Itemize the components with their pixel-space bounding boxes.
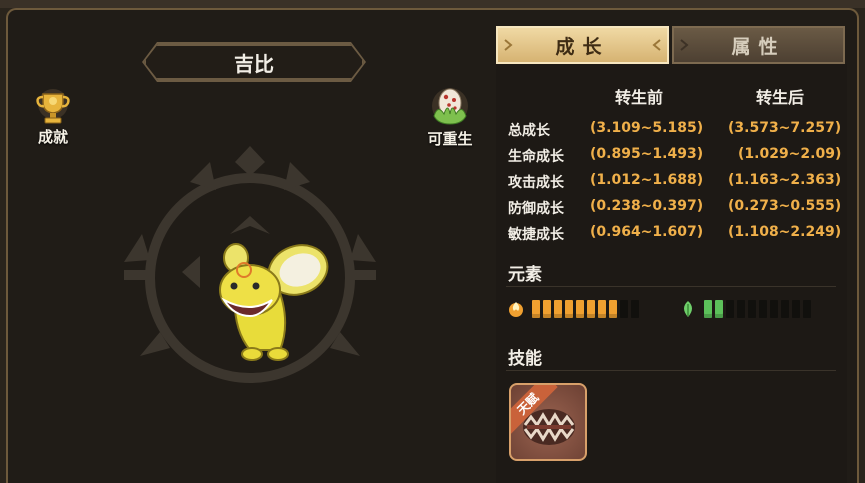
fire-element-bar-segment [565, 300, 573, 318]
fire-element-bar-segment [532, 300, 540, 318]
tab-growth[interactable]: 成长 [496, 26, 669, 64]
row-attack-before: (1.012~1.688) [590, 172, 704, 188]
rebirth-button[interactable]: 可重生 [424, 86, 476, 149]
leaf-element-bar-segment [726, 300, 734, 318]
fire-element-bar-segment [543, 300, 551, 318]
skills-divider [506, 370, 836, 371]
chevron-right-icon [504, 39, 513, 51]
tab-attributes-label: 属性 [731, 35, 786, 58]
column-before-header: 转生前 [615, 88, 664, 107]
fire-element-bar-segment [587, 300, 595, 318]
achievement-button[interactable]: 成就 [30, 88, 76, 147]
leaf-element-bar-segment [704, 300, 712, 318]
row-defense-before: (0.238~0.397) [590, 198, 704, 214]
row-agility-after: (1.108~2.249) [728, 224, 842, 240]
fire-element-bar-segment [576, 300, 584, 318]
leaf-element-icon [684, 301, 692, 317]
row-hp-after: (1.029~2.09) [738, 146, 842, 162]
top-strip [0, 0, 865, 8]
leaf-element-bar-segment [737, 300, 745, 318]
leaf-element-bar-segment [770, 300, 778, 318]
leaf-element-bar-segment [748, 300, 756, 318]
rebirth-label: 可重生 [427, 130, 473, 148]
chevron-left-icon [652, 39, 661, 51]
egg-icon [432, 88, 468, 125]
pet-name: 吉比 [144, 44, 364, 80]
row-agility-label: 敏捷成长 [508, 227, 564, 243]
row-hp-label: 生命成长 [508, 149, 564, 165]
row-total-label: 总成长 [508, 123, 550, 139]
row-total-before: (3.109~5.185) [590, 120, 704, 136]
elements-divider [506, 286, 836, 287]
skill-slot[interactable]: 天赋 [509, 383, 587, 461]
fire-element-bar-segment [609, 300, 617, 318]
row-total-after: (3.573~7.257) [728, 120, 842, 136]
leaf-element-bar-segment [792, 300, 800, 318]
leaf-element-bar-segment [803, 300, 811, 318]
row-hp-before: (0.895~1.493) [590, 146, 704, 162]
fire-element-bar-segment [631, 300, 639, 318]
chevron-right-icon [680, 39, 689, 51]
row-defense-after: (0.273~0.555) [728, 198, 842, 214]
skills-title: 技能 [508, 349, 542, 369]
column-after-header: 转生后 [756, 88, 805, 107]
tab-attributes[interactable]: 属性 [672, 26, 845, 64]
leaf-element-bar-segment [715, 300, 723, 318]
row-defense-label: 防御成长 [508, 201, 564, 217]
fire-element-bar-segment [554, 300, 562, 318]
fire-element-bar-segment [598, 300, 606, 318]
tab-growth-label: 成长 [555, 35, 610, 58]
row-attack-label: 攻击成长 [508, 175, 564, 191]
trophy-icon [36, 89, 70, 124]
elements-title: 元素 [508, 265, 542, 285]
leaf-element-bar-segment [759, 300, 767, 318]
row-attack-after: (1.163~2.363) [728, 172, 842, 188]
fire-element-bar-segment [620, 300, 628, 318]
achievement-label: 成就 [37, 128, 68, 146]
fire-element-icon [509, 302, 523, 317]
row-agility-before: (0.964~1.607) [590, 224, 704, 240]
pet-creature-image [219, 243, 329, 361]
leaf-element-bar-segment [781, 300, 789, 318]
